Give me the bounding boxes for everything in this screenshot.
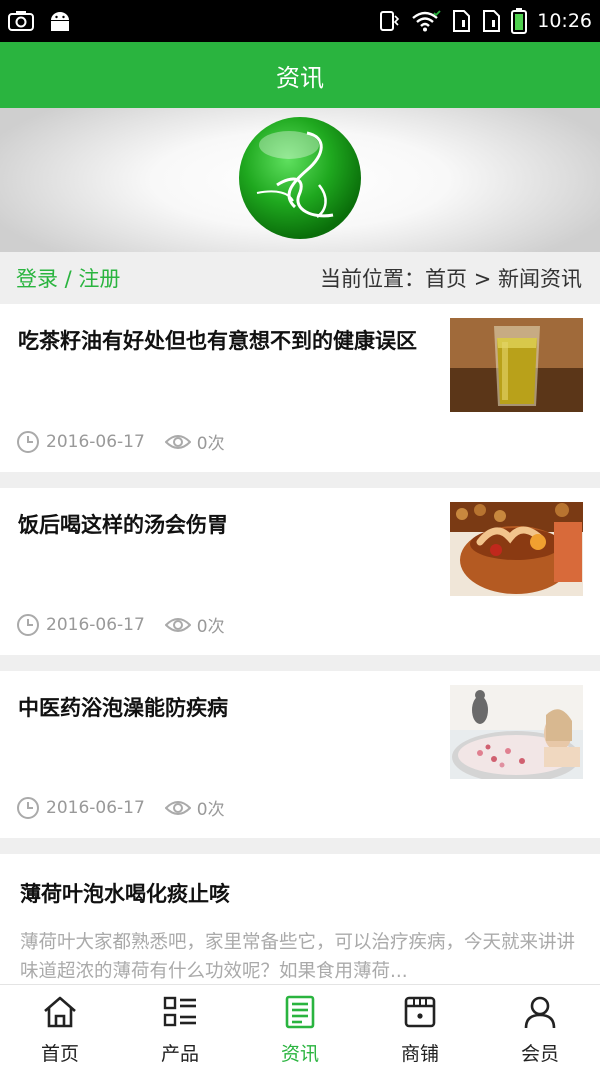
banner: [0, 108, 600, 252]
tab-label: 资讯: [280, 1043, 319, 1065]
wifi-icon: [411, 10, 441, 32]
login-register-link[interactable]: 登录 / 注册: [16, 263, 120, 293]
tab-label: 产品: [160, 1043, 199, 1065]
article-views: 0次: [196, 617, 225, 637]
article-views: 0次: [196, 800, 225, 820]
article-title: 薄荷叶泡水喝化痰止咳: [20, 882, 230, 906]
status-bar: 10:26: [0, 0, 600, 42]
article-title: 吃茶籽油有好处但也有意想不到的健康误区: [18, 329, 417, 353]
android-icon: [48, 10, 72, 32]
shop-icon: [402, 995, 438, 1033]
news-icon: [282, 995, 318, 1033]
home-icon: [42, 995, 78, 1033]
article-thumbnail: [450, 318, 583, 412]
tab-label: 会员: [520, 1043, 559, 1065]
bottom-tab-bar: 首页 产品 资讯 商铺 会员: [0, 984, 600, 1067]
article-thumbnail: [450, 502, 583, 596]
list-item[interactable]: 薄荷叶泡水喝化痰止咳 薄荷叶大家都熟悉吧，家里常备些它，可以治疗疾病，今天就来讲…: [0, 854, 600, 984]
article-title: 饭后喝这样的汤会伤胃: [18, 513, 228, 537]
tab-news[interactable]: 资讯: [240, 985, 360, 1067]
tab-products[interactable]: 产品: [120, 985, 240, 1067]
article-date: 2016-06-17: [46, 614, 145, 635]
tab-home[interactable]: 首页: [0, 985, 120, 1067]
tab-label: 首页: [40, 1043, 79, 1065]
article-views: 0次: [196, 434, 225, 454]
article-feed[interactable]: 吃茶籽油有好处但也有意想不到的健康误区 2016-06-17 0次 饭后喝这样的…: [0, 304, 600, 984]
sim2-icon: [481, 9, 501, 33]
tab-member[interactable]: 会员: [480, 985, 600, 1067]
location-bar: 登录 / 注册 当前位置：首页 > 新闻资讯: [0, 252, 600, 304]
article-date: 2016-06-17: [46, 431, 145, 452]
page-header: 资讯: [0, 42, 600, 108]
article-excerpt: 薄荷叶大家都熟悉吧，家里常备些它，可以治疗疾病，今天就来讲讲味道超浓的薄荷有什么…: [20, 932, 576, 982]
user-icon: [522, 995, 558, 1033]
list-item[interactable]: 饭后喝这样的汤会伤胃 2016-06-17 0次: [0, 488, 600, 655]
list-item[interactable]: 吃茶籽油有好处但也有意想不到的健康误区 2016-06-17 0次: [0, 304, 600, 472]
green-sphere-logo-icon: [237, 115, 363, 245]
page-title: 资讯: [276, 63, 324, 92]
article-date: 2016-06-17: [46, 797, 145, 818]
clock-icon: [16, 796, 46, 820]
vibrate-icon: [377, 9, 401, 33]
tab-label: 商铺: [400, 1043, 439, 1065]
status-time: 10:26: [537, 10, 592, 32]
clock-icon: [16, 430, 46, 454]
article-meta: 2016-06-17 0次: [16, 612, 225, 637]
clock-icon: [16, 613, 46, 637]
article-meta: 2016-06-17 0次: [16, 795, 225, 820]
battery-icon: [511, 8, 528, 34]
eye-icon: [164, 798, 197, 818]
article-title: 中医药浴泡澡能防疾病: [18, 696, 228, 720]
list-item[interactable]: 中医药浴泡澡能防疾病 2016-06-17 0次: [0, 671, 600, 838]
list-icon: [162, 995, 198, 1033]
eye-icon: [164, 432, 197, 452]
breadcrumb: 当前位置：首页 > 新闻资讯: [320, 267, 582, 291]
article-meta: 2016-06-17 0次: [16, 429, 225, 454]
screenshot-icon: [8, 10, 34, 32]
article-thumbnail: [450, 685, 583, 779]
tab-shops[interactable]: 商铺: [360, 985, 480, 1067]
eye-icon: [164, 615, 197, 635]
sim1-icon: [451, 9, 471, 33]
